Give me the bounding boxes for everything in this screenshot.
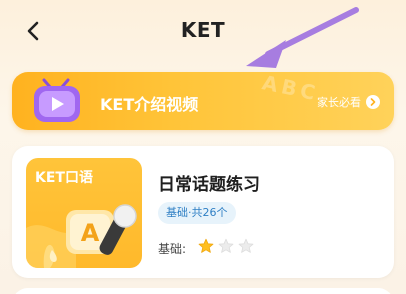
rating-label: 基础: bbox=[158, 242, 187, 256]
tv-play-icon bbox=[34, 78, 80, 122]
course-title: 日常话题练习 bbox=[158, 175, 260, 195]
next-course-card[interactable] bbox=[12, 288, 394, 294]
svg-text:A: A bbox=[81, 219, 100, 247]
page-title: KET bbox=[180, 18, 226, 42]
banner-title: KET介绍视频 bbox=[100, 95, 199, 114]
chevron-right-circle-icon bbox=[366, 95, 380, 109]
banner-decoration: ABC bbox=[260, 72, 322, 106]
star-icon bbox=[198, 238, 214, 253]
star-icon bbox=[238, 238, 254, 253]
intro-video-banner[interactable]: ABC KET介绍视频 家长必看 bbox=[12, 72, 394, 130]
level-badge: 基础·共26个 bbox=[158, 202, 236, 224]
course-card[interactable]: A KET口语 日常话题练习 基础·共26个 基础: bbox=[12, 146, 394, 278]
course-thumbnail: A KET口语 bbox=[26, 158, 142, 268]
banner-link-label: 家长必看 bbox=[317, 96, 361, 109]
thumbnail-label: KET口语 bbox=[35, 170, 93, 186]
rating-stars bbox=[198, 238, 254, 254]
parents-must-watch-link[interactable]: 家长必看 bbox=[317, 94, 380, 110]
star-icon bbox=[218, 238, 234, 253]
